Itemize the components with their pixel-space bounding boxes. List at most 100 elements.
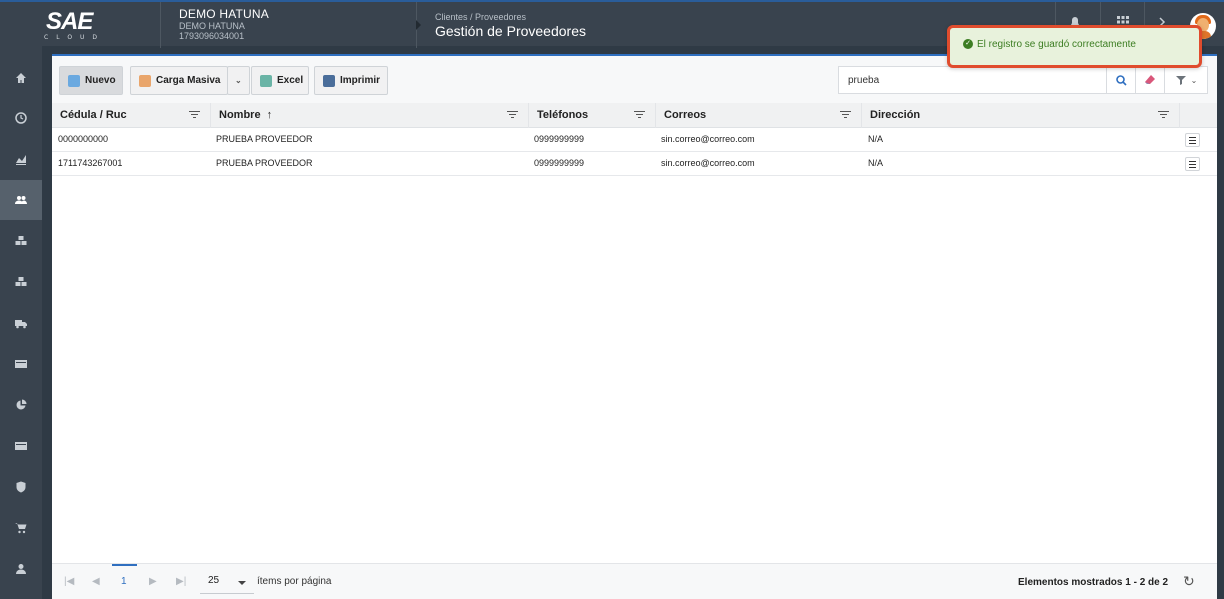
filter-icon[interactable] xyxy=(840,111,851,119)
sidebar-item-payments[interactable] xyxy=(0,344,42,384)
sidebar-item-inventory[interactable] xyxy=(0,221,42,261)
sidebar-item-purchases[interactable] xyxy=(0,508,42,548)
new-button[interactable]: Nuevo xyxy=(59,66,123,95)
boxes-icon xyxy=(15,277,27,286)
app-logo[interactable]: SAE CLOUD xyxy=(42,8,106,44)
column-label: Dirección xyxy=(870,109,921,121)
clear-search-button[interactable] xyxy=(1135,66,1165,94)
cell-ruc: 0000000000 xyxy=(58,134,109,144)
first-page-icon[interactable]: |◀ xyxy=(64,576,74,587)
column-header-name[interactable]: Nombre ↑ xyxy=(211,103,529,128)
table-row[interactable]: 1711743267001 PRUEBA PROVEEDOR 099999999… xyxy=(52,152,1217,176)
cell-ruc: 1711743267001 xyxy=(58,158,123,168)
company-ruc: 1793096034001 xyxy=(179,31,245,41)
print-button[interactable]: Imprimir xyxy=(314,66,388,95)
boxes-icon xyxy=(15,236,27,245)
print-button-label: Imprimir xyxy=(340,75,381,86)
page-size-select[interactable]: 25 xyxy=(200,570,254,594)
excel-icon xyxy=(260,74,272,87)
next-page-icon[interactable]: ▶ xyxy=(149,576,157,587)
refresh-icon[interactable]: ↻ xyxy=(1183,573,1195,590)
filter-options-button[interactable]: ⌄ xyxy=(1164,66,1208,94)
pagination-bar: |◀ ◀ 1 ▶ ▶| 25 ítems por página Elemento… xyxy=(52,563,1217,599)
table-row[interactable]: 0000000000 PRUEBA PROVEEDOR 0999999999 s… xyxy=(52,128,1217,152)
column-header-address[interactable]: Dirección xyxy=(862,103,1180,128)
filter-icon[interactable] xyxy=(189,111,200,119)
sidebar-item-shipping[interactable] xyxy=(0,303,42,343)
filter-icon[interactable] xyxy=(507,111,518,119)
users-icon xyxy=(15,196,27,204)
bulk-upload-dropdown[interactable]: ⌄ xyxy=(227,66,250,95)
shield-icon xyxy=(16,481,26,493)
cell-name: PRUEBA PROVEEDOR xyxy=(216,134,313,144)
breadcrumb-arrow-icon xyxy=(416,20,421,30)
user-tie-icon xyxy=(16,564,26,574)
cart-icon xyxy=(15,523,27,534)
sort-ascending-icon: ↑ xyxy=(266,109,273,121)
sidebar-item-security[interactable] xyxy=(0,467,42,507)
chevron-down-icon: ⌄ xyxy=(235,76,242,85)
column-label: Nombre xyxy=(219,109,261,121)
eraser-icon xyxy=(1145,75,1155,84)
printer-icon xyxy=(323,74,335,87)
sidebar xyxy=(0,46,42,599)
page-size-value: 25 xyxy=(208,575,220,586)
row-menu-icon[interactable] xyxy=(1185,133,1200,147)
card-icon xyxy=(15,442,27,450)
search-button[interactable] xyxy=(1106,66,1136,94)
search-input[interactable]: prueba xyxy=(838,66,1107,94)
last-page-icon[interactable]: ▶| xyxy=(176,576,186,587)
filter-clear-icon xyxy=(1175,76,1186,85)
filter-icon[interactable] xyxy=(1158,111,1169,119)
bulk-upload-icon xyxy=(139,74,151,87)
excel-button[interactable]: Excel xyxy=(251,66,309,95)
column-header-ruc[interactable]: Cédula / Ruc xyxy=(52,103,211,128)
sidebar-item-clock[interactable] xyxy=(0,98,42,138)
page-title: Gestión de Proveedores xyxy=(435,23,586,39)
chart-icon xyxy=(16,155,26,165)
page-size-label: ítems por página xyxy=(257,576,332,587)
company-name: DEMO HATUNA xyxy=(179,7,269,21)
toast-message: El registro se guardó correctamente xyxy=(977,39,1136,50)
divider xyxy=(160,2,161,48)
search-icon xyxy=(1115,74,1127,86)
sidebar-item-reports[interactable] xyxy=(0,385,42,425)
new-button-label: Nuevo xyxy=(85,75,116,86)
column-label: Correos xyxy=(664,109,707,121)
items-shown-text: Elementos mostrados 1 - 2 de 2 xyxy=(1018,577,1169,588)
sidebar-item-products[interactable] xyxy=(0,262,42,302)
page-number[interactable]: 1 xyxy=(121,576,127,587)
sidebar-item-charts[interactable] xyxy=(0,139,42,179)
home-icon xyxy=(16,73,26,83)
sidebar-item-employees[interactable] xyxy=(0,549,42,589)
table-header: Cédula / Ruc Nombre ↑ Teléfonos Correos … xyxy=(52,103,1217,128)
bulk-upload-button[interactable]: Carga Masiva xyxy=(130,66,228,95)
main-panel: Nuevo Carga Masiva ⌄ Excel Imprimir prue… xyxy=(52,54,1217,599)
sidebar-item-users[interactable] xyxy=(0,180,42,220)
check-circle-icon: ✓ xyxy=(963,39,973,49)
new-document-icon xyxy=(68,74,80,87)
column-header-phones[interactable]: Teléfonos xyxy=(529,103,656,128)
truck-icon xyxy=(15,320,27,329)
excel-button-label: Excel xyxy=(277,75,304,86)
company-info[interactable]: DEMO HATUNA DEMO HATUNA 1793096034001 xyxy=(179,7,269,41)
cell-address: N/A xyxy=(868,134,884,144)
column-label: Cédula / Ruc xyxy=(60,109,127,121)
row-menu-icon[interactable] xyxy=(1185,157,1200,171)
current-page-indicator xyxy=(112,564,137,566)
sidebar-item-home[interactable] xyxy=(0,58,42,98)
logo-text: SAE xyxy=(46,8,93,35)
success-toast[interactable]: ✓ El registro se guardó correctamente xyxy=(947,25,1202,68)
logo-subtext: CLOUD xyxy=(44,34,106,41)
cell-email: sin.correo@correo.com xyxy=(661,158,755,168)
cell-email: sin.correo@correo.com xyxy=(661,134,755,144)
cell-phone: 0999999999 xyxy=(534,158,585,168)
column-header-emails[interactable]: Correos xyxy=(656,103,862,128)
cell-address: N/A xyxy=(868,158,884,168)
filter-icon[interactable] xyxy=(634,111,645,119)
sidebar-item-banks[interactable] xyxy=(0,426,42,466)
prev-page-icon[interactable]: ◀ xyxy=(92,576,100,587)
card-icon xyxy=(15,360,27,368)
chevron-down-icon: ⌄ xyxy=(1190,75,1198,85)
cell-name: PRUEBA PROVEEDOR xyxy=(216,158,313,168)
